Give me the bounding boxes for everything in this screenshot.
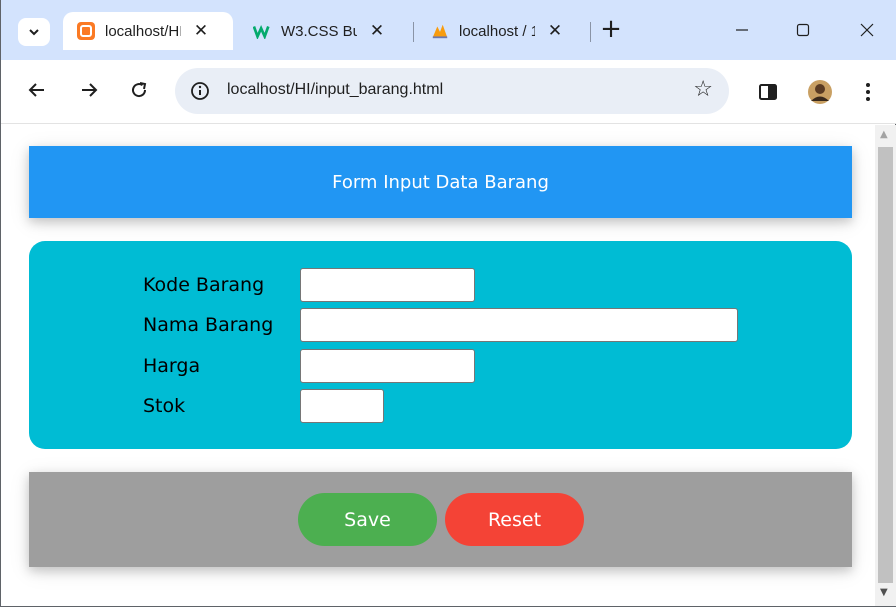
tab-strip: localhost/HI/input_barang.html ✕ W3.CSS …: [1, 0, 896, 60]
save-button[interactable]: Save: [298, 493, 437, 546]
address-bar[interactable]: localhost/HI/input_barang.html ☆: [175, 68, 729, 114]
form-panel: Kode Barang Nama Barang Harga Stok: [29, 241, 852, 449]
page-viewport: Form Input Data Barang Kode Barang Nama …: [2, 125, 875, 606]
vertical-scrollbar[interactable]: ▲ ▼: [875, 125, 896, 606]
tab-title: localhost / 127.0.0.1 / phpMyAdmin: [459, 22, 535, 40]
tab-close-icon[interactable]: ✕: [367, 21, 387, 41]
tab-close-icon[interactable]: ✕: [191, 21, 211, 41]
stok-label: Stok: [143, 395, 186, 417]
harga-input[interactable]: [300, 349, 475, 383]
maximize-icon[interactable]: [789, 18, 817, 46]
scroll-down-arrow-icon[interactable]: ▼: [880, 587, 888, 598]
profile-avatar[interactable]: [805, 77, 835, 107]
stok-input[interactable]: [300, 389, 384, 423]
tab-close-icon[interactable]: ✕: [545, 21, 565, 41]
reset-button[interactable]: Reset: [445, 493, 584, 546]
minimize-icon[interactable]: [728, 18, 756, 46]
scrollbar-thumb[interactable]: [878, 147, 893, 583]
tab-separator: [413, 22, 414, 42]
w3schools-favicon-icon: [253, 22, 271, 40]
form-header: Form Input Data Barang: [29, 146, 852, 218]
kode-barang-input[interactable]: [300, 268, 475, 302]
tab-title: W3.CSS Buttons: [281, 22, 357, 40]
xampp-favicon-icon: [77, 22, 95, 40]
forward-arrow-icon[interactable]: [74, 77, 104, 107]
more-menu-icon[interactable]: [853, 77, 883, 107]
tab-w3css[interactable]: W3.CSS Buttons ✕: [241, 12, 406, 50]
scroll-up-arrow-icon[interactable]: ▲: [880, 129, 888, 140]
nama-barang-input[interactable]: [300, 308, 738, 342]
back-arrow-icon[interactable]: [22, 77, 52, 107]
url-text[interactable]: localhost/HI/input_barang.html: [227, 81, 443, 99]
kode-barang-label: Kode Barang: [143, 274, 265, 296]
side-panel-icon[interactable]: [753, 77, 783, 107]
nama-barang-label: Nama Barang: [143, 314, 274, 336]
harga-label: Harga: [143, 355, 201, 377]
tab-phpmyadmin[interactable]: localhost / 127.0.0.1 / phpMyAdmin ✕: [419, 12, 589, 50]
kode-barang-row: Kode Barang: [143, 268, 475, 302]
tab-search-button[interactable]: [18, 18, 50, 46]
site-info-icon[interactable]: [189, 80, 211, 102]
bookmark-star-icon[interactable]: ☆: [693, 77, 713, 102]
chevron-down-icon: [29, 29, 39, 36]
nama-barang-row: Nama Barang: [143, 308, 738, 342]
phpmyadmin-favicon-icon: [431, 22, 449, 40]
browser-window: localhost/HI/input_barang.html ✕ W3.CSS …: [0, 0, 896, 607]
harga-row: Harga: [143, 349, 475, 383]
tab-separator: [590, 22, 591, 42]
new-tab-button[interactable]: +: [597, 16, 625, 44]
tab-input-barang[interactable]: localhost/HI/input_barang.html ✕: [63, 12, 233, 50]
stok-row: Stok: [143, 389, 384, 423]
tab-title: localhost/HI/input_barang.html: [105, 22, 181, 40]
page-title: Form Input Data Barang: [332, 171, 549, 193]
browser-toolbar: localhost/HI/input_barang.html ☆: [1, 60, 896, 124]
reload-icon[interactable]: [124, 77, 154, 107]
button-panel: Save Reset: [29, 472, 852, 567]
close-window-icon[interactable]: [853, 18, 881, 46]
